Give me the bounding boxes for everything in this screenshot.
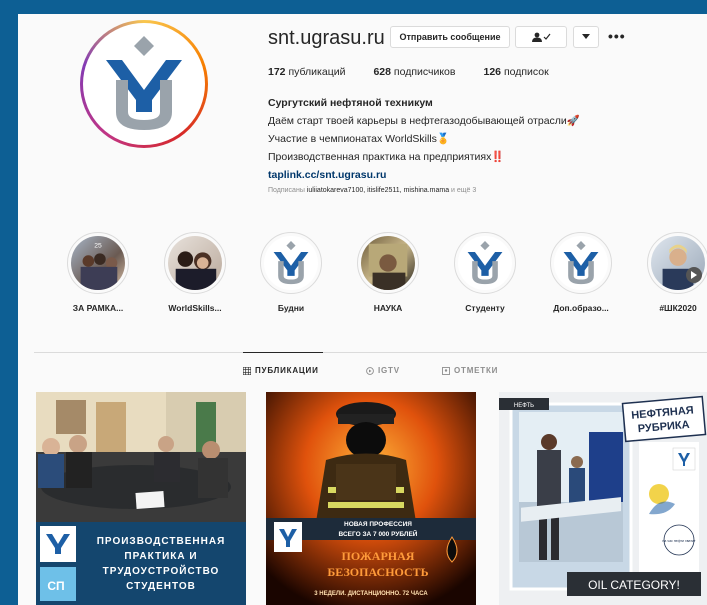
post-caption-line: ПРАКТИКА И [124,551,197,562]
highlight-item[interactable]: Студенту [450,232,520,313]
instagram-profile-page: snt.ugrasu.ru Отправить сообщение ••• 17… [18,14,707,605]
post-caption-line: СТУДЕНТОВ [126,581,196,592]
tab-tagged[interactable]: ОТМЕТКИ [442,366,498,375]
post-caption-line: ВСЕГО ЗА 7 000 РУБЛЕЙ [339,529,418,538]
following-count[interactable]: 126 подписок [483,66,548,78]
post-caption-line: ПОЖАРНАЯ [342,549,415,563]
highlight-item[interactable]: Будни [256,232,326,313]
profile-stats: 172 публикаций 628 подписчиков 126 подпи… [268,66,577,78]
svg-text:СП: СП [47,579,64,593]
post-caption-line: ТРУДОУСТРОЙСТВО [103,564,220,577]
following-button[interactable] [515,26,567,48]
highlight-item[interactable]: 25 ЗА РАМКА... [63,232,133,313]
post-thumbnail[interactable]: СП ПРОИЗВОДСТВЕННАЯ ПРАКТИКА И ТРУДОУСТР… [36,392,246,605]
profile-bio: Сургутский нефтяной техникум Даём старт … [268,94,580,184]
chevron-down-icon [582,34,590,39]
highlight-item[interactable]: WorldSkills... [160,232,230,313]
followers-count[interactable]: 628 подписчиков [373,66,455,78]
igtv-icon [366,366,374,375]
post-caption-line: OIL CATEGORY! [588,578,680,592]
bio-line: Участие в чемпионатах WorldSkills🏅 [268,133,450,145]
send-message-button[interactable]: Отправить сообщение [390,26,510,48]
post-caption-line: НОВАЯ ПРОФЕССИЯ [344,521,412,528]
svg-text:25: 25 [94,243,102,250]
suggested-dropdown-button[interactable] [573,26,599,48]
tab-igtv[interactable]: IGTV [366,366,400,375]
more-options-icon[interactable]: ••• [608,28,626,44]
college-logo [87,27,201,141]
story-highlights: 25 ЗА РАМКА... WorldSkills... Будни НАУК… [48,232,707,322]
post-tag-label: НЕФТЬ [514,403,534,409]
highlights-next-button[interactable] [686,267,702,283]
bio-line: Производственная практика на предприятия… [268,151,505,163]
bio-link[interactable]: taplink.cc/snt.ugrasu.ru [268,166,580,184]
followed-by[interactable]: Подписаны iuliiatokareva7100, itislife25… [268,187,476,194]
tag-icon [442,366,450,375]
tab-publications[interactable]: ПУБЛИКАЦИИ [243,366,319,375]
post-thumbnail[interactable]: НЕФТЬ НЕФТЯНАЯ РУБРИКА на час нефти хват… [499,392,707,605]
tabs-divider [34,352,707,353]
grid-icon [243,366,251,375]
bio-line: Даём старт твоей карьеры в нефтегазодобы… [268,115,580,127]
profile-username: snt.ugrasu.ru [268,27,385,49]
profile-avatar[interactable] [80,20,208,148]
profile-full-name: Сургутский нефтяной техникум [268,97,433,109]
post-thumbnail[interactable]: НОВАЯ ПРОФЕССИЯ ВСЕГО ЗА 7 000 РУБЛЕЙ ПО… [266,392,476,605]
highlight-item[interactable]: Доп.образо... [546,232,616,313]
active-tab-indicator [243,352,323,353]
user-check-icon [532,32,551,42]
post-caption-line: БЕЗОПАСНОСТЬ [327,565,428,579]
post-badge: на час нефти хватит [662,539,696,543]
highlight-item[interactable]: НАУКА [353,232,423,313]
post-caption-line: 3 НЕДЕЛИ. ДИСТАНЦИОННО. 72 ЧАСА [314,591,428,597]
chevron-right-icon [691,271,697,279]
post-caption-line: ПРОИЗВОДСТВЕННАЯ [97,536,226,547]
posts-count[interactable]: 172 публикаций [268,66,345,78]
